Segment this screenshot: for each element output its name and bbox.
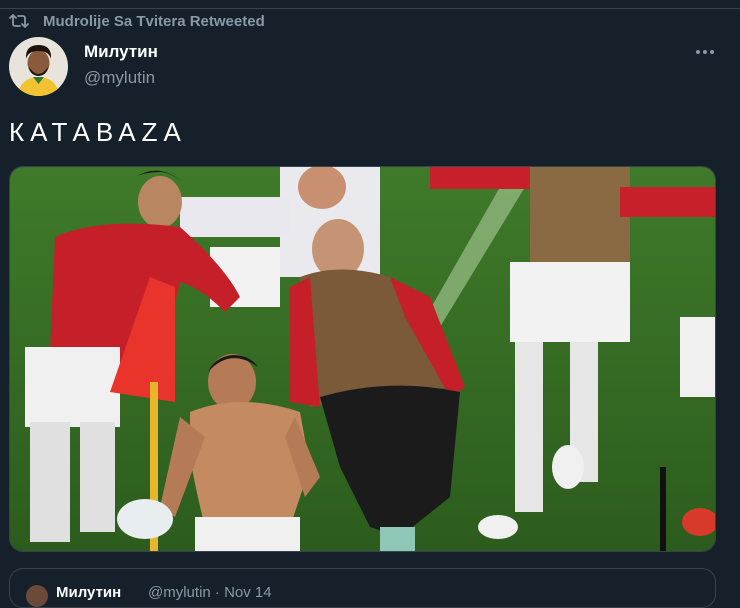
quoted-avatar bbox=[26, 585, 48, 607]
tweet-photo[interactable] bbox=[9, 166, 716, 552]
quoted-tweet[interactable]: Милутин @mylutin · Nov 14 bbox=[9, 568, 716, 608]
retweet-label: Mudrolije Sa Tvitera Retweeted bbox=[43, 12, 265, 30]
tweet-text: КАТАВАZА bbox=[9, 117, 187, 147]
author-name[interactable]: Милутин bbox=[84, 42, 158, 62]
avatar[interactable] bbox=[9, 37, 68, 96]
more-options-icon[interactable] bbox=[693, 42, 717, 62]
retweet-context[interactable]: Mudrolije Sa Tvitera Retweeted bbox=[9, 12, 265, 30]
retweet-icon bbox=[9, 14, 29, 28]
top-divider bbox=[0, 0, 740, 9]
quoted-author-name: Милутин bbox=[56, 584, 122, 601]
author-handle[interactable]: @mylutin bbox=[84, 68, 155, 88]
quoted-meta: @mylutin · Nov 14 bbox=[148, 584, 272, 601]
